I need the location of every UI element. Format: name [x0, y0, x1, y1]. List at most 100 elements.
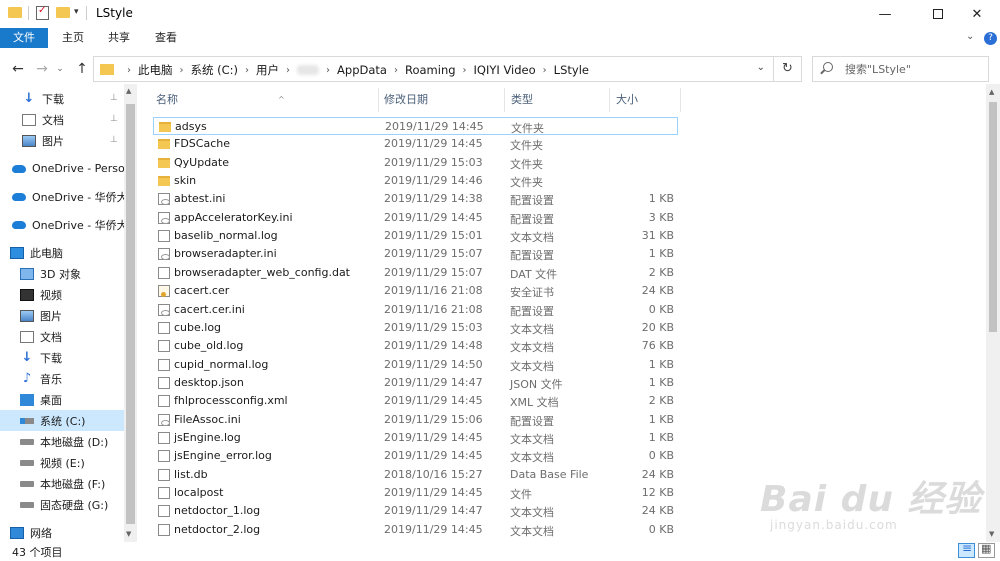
sidebar-item[interactable]: 系统 (C:): [0, 410, 124, 431]
scroll-down-arrow[interactable]: ▼: [126, 530, 131, 538]
column-header-date[interactable]: 修改日期: [384, 88, 428, 112]
breadcrumb-separator[interactable]: ›: [394, 65, 398, 76]
minimize-button[interactable]: —: [862, 0, 908, 28]
sidebar-item[interactable]: OneDrive - 华侨大学: [0, 214, 124, 235]
customize-toolbar-icon[interactable]: ▾: [74, 7, 79, 17]
breadcrumb-separator[interactable]: ›: [463, 65, 467, 76]
column-header-size[interactable]: 大小: [616, 88, 638, 112]
table-row[interactable]: desktop.json 2019/11/29 14:47 JSON 文件 1 KB: [153, 374, 678, 392]
tab-home[interactable]: 主页: [62, 28, 84, 48]
column-divider[interactable]: [680, 88, 681, 112]
sidebar-item[interactable]: 本地磁盘 (D:): [0, 431, 124, 452]
table-row[interactable]: QyUpdate 2019/11/29 15:03 文件夹: [153, 154, 678, 172]
forward-button[interactable]: →: [32, 59, 52, 79]
breadcrumb-username-blurred[interactable]: [297, 65, 320, 75]
pin-icon: ⊥: [110, 135, 118, 145]
sidebar-item[interactable]: 本地磁盘 (F:): [0, 473, 124, 494]
drive-icon: [20, 501, 34, 508]
table-row[interactable]: fhlprocessconfig.xml 2019/11/29 14:45 XML …: [153, 392, 678, 410]
up-button[interactable]: ↑: [72, 59, 92, 79]
sidebar-item[interactable]: 网络: [0, 522, 124, 542]
scroll-down-arrow[interactable]: ▼: [989, 530, 994, 538]
tab-share[interactable]: 共享: [108, 28, 130, 48]
table-row[interactable]: skin 2019/11/29 14:46 文件夹: [153, 172, 678, 190]
table-row[interactable]: baselib_normal.log 2019/11/29 15:01 文本文档 31…: [153, 227, 678, 245]
column-header-type[interactable]: 类型: [511, 88, 533, 112]
table-row[interactable]: adsys 2019/11/29 14:45 文件夹: [153, 117, 678, 135]
sidebar-scrollbar[interactable]: ▲ ▼: [124, 84, 137, 542]
recent-locations-button[interactable]: ⌄: [50, 59, 70, 79]
back-button[interactable]: ←: [8, 59, 28, 79]
breadcrumb-separator[interactable]: ›: [127, 65, 131, 76]
sidebar-item[interactable]: OneDrive - 华侨大学: [0, 186, 124, 207]
breadcrumb-appdata[interactable]: AppData: [337, 63, 387, 77]
table-row[interactable]: browseradapter_web_config.dat 2019/11/29 …: [153, 264, 678, 282]
sidebar-item[interactable]: ♪ 音乐: [0, 368, 124, 389]
column-header-name[interactable]: 名称 ^: [156, 88, 285, 112]
address-dropdown-button[interactable]: ⌄: [757, 62, 765, 73]
tab-view[interactable]: 查看: [155, 28, 177, 48]
breadcrumb-this-pc[interactable]: 此电脑: [138, 62, 173, 78]
breadcrumb-separator[interactable]: ›: [286, 65, 290, 76]
breadcrumb-separator[interactable]: ›: [180, 65, 184, 76]
help-icon[interactable]: ?: [984, 32, 997, 45]
breadcrumb-system-drive[interactable]: 系统 (C:): [191, 62, 239, 78]
table-row[interactable]: netdoctor_1.log 2019/11/29 14:47 文本文档 24 KB: [153, 502, 678, 520]
scroll-up-arrow[interactable]: ▲: [989, 88, 994, 96]
table-row[interactable]: cube.log 2019/11/29 15:03 文本文档 20 KB: [153, 319, 678, 337]
table-row[interactable]: appAcceleratorKey.ini 2019/11/29 14:45 配置设…: [153, 209, 678, 227]
sidebar-scroll-thumb[interactable]: [126, 104, 135, 524]
breadcrumb-roaming[interactable]: Roaming: [405, 63, 456, 77]
close-button[interactable]: ✕: [954, 0, 1000, 28]
refresh-button[interactable]: ↻: [773, 57, 801, 81]
column-divider[interactable]: [609, 88, 610, 112]
search-box[interactable]: [812, 56, 989, 82]
table-row[interactable]: localpost 2019/11/29 14:45 文件 12 KB: [153, 484, 678, 502]
file-list-scroll-thumb[interactable]: [989, 102, 997, 332]
scroll-up-arrow[interactable]: ▲: [126, 87, 131, 95]
file-icon: [158, 266, 170, 279]
table-row[interactable]: jsEngine.log 2019/11/29 14:45 文本文档 1 KB: [153, 429, 678, 447]
file-list-scrollbar[interactable]: ▲ ▼: [986, 84, 1000, 542]
sidebar-item[interactable]: 桌面: [0, 389, 124, 410]
table-row[interactable]: cacert.cer 2019/11/16 21:08 安全证书 24 KB: [153, 282, 678, 300]
breadcrumb-separator[interactable]: ›: [326, 65, 330, 76]
sidebar-item[interactable]: OneDrive - Personal: [0, 158, 124, 179]
table-row[interactable]: FileAssoc.ini 2019/11/29 15:06 配置设置 1 KB: [153, 411, 678, 429]
table-row[interactable]: cacert.cer.ini 2019/11/16 21:08 配置设置 0 KB: [153, 301, 678, 319]
table-row[interactable]: browseradapter.ini 2019/11/29 15:07 配置设置 1 …: [153, 245, 678, 263]
column-divider[interactable]: [378, 88, 379, 112]
column-divider[interactable]: [504, 88, 505, 112]
sidebar-item[interactable]: 固态硬盘 (G:): [0, 494, 124, 515]
sidebar-item[interactable]: 图片: [0, 305, 124, 326]
breadcrumb-separator[interactable]: ›: [543, 65, 547, 76]
breadcrumb-users[interactable]: 用户: [256, 62, 279, 78]
sidebar-item[interactable]: 此电脑: [0, 242, 124, 263]
table-row[interactable]: FDSCache 2019/11/29 14:45 文件夹: [153, 135, 678, 153]
address-bar[interactable]: › 此电脑 › 系统 (C:) › 用户 › › AppData › Roami…: [93, 56, 802, 82]
table-row[interactable]: list.db 2018/10/16 15:27 Data Base File 24 …: [153, 466, 678, 484]
breadcrumb-lstyle[interactable]: LStyle: [554, 63, 589, 77]
sidebar-item[interactable]: 视频: [0, 284, 124, 305]
sidebar-item[interactable]: 图片: [0, 130, 124, 151]
table-row[interactable]: cupid_normal.log 2019/11/29 14:50 文本文档 1 KB: [153, 356, 678, 374]
table-row[interactable]: cube_old.log 2019/11/29 14:48 文本文档 76 KB: [153, 337, 678, 355]
sidebar-item[interactable]: 视频 (E:): [0, 452, 124, 473]
sidebar-item[interactable]: ↓ 下载: [0, 347, 124, 368]
table-row[interactable]: jsEngine_error.log 2019/11/29 14:45 文本文档 0 …: [153, 447, 678, 465]
expand-ribbon-icon[interactable]: ⌄: [966, 31, 974, 42]
details-view-button[interactable]: [958, 541, 975, 558]
sidebar-item[interactable]: 3D 对象: [0, 263, 124, 284]
new-folder-icon[interactable]: [56, 7, 70, 18]
tab-file[interactable]: 文件: [0, 28, 48, 48]
properties-icon[interactable]: [36, 5, 49, 20]
sidebar-item[interactable]: ↓ 下载: [0, 88, 124, 109]
table-row[interactable]: netdoctor_2.log 2019/11/29 14:45 文本文档 0 KB: [153, 521, 678, 539]
sidebar-item[interactable]: 文档: [0, 109, 124, 130]
search-input[interactable]: [845, 61, 985, 77]
breadcrumb-separator[interactable]: ›: [245, 65, 249, 76]
table-row[interactable]: abtest.ini 2019/11/29 14:38 配置设置 1 KB: [153, 190, 678, 208]
breadcrumb-iqiyi-video[interactable]: IQIYI Video: [474, 63, 536, 77]
large-icons-view-button[interactable]: [978, 542, 995, 558]
sidebar-item[interactable]: 文档: [0, 326, 124, 347]
